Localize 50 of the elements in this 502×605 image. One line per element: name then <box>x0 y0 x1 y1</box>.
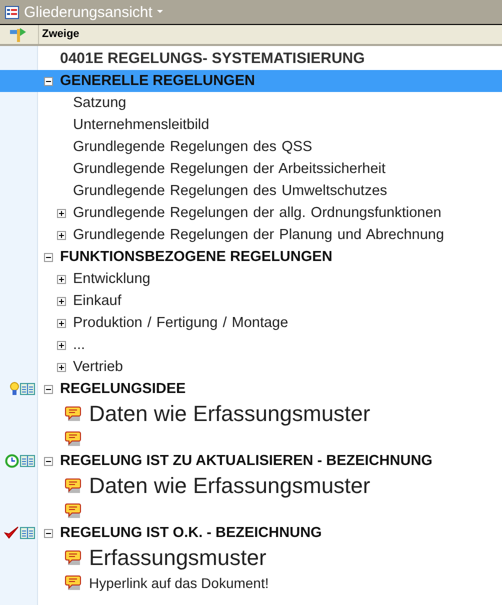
tree-item[interactable]: Grundlegende Regelungen der Planung und Abrechnung <box>73 227 444 243</box>
toggle-icon[interactable] <box>57 208 66 218</box>
toggle-icon[interactable] <box>57 296 66 306</box>
toggle-icon[interactable] <box>57 230 66 240</box>
tree-node[interactable]: FUNKTIONSBEZOGENE REGELUNGEN <box>0 246 502 268</box>
toggle-icon[interactable] <box>44 384 53 394</box>
book-icon <box>20 383 35 395</box>
book-icon <box>20 527 35 539</box>
note-icon[interactable] <box>65 503 81 519</box>
tree-item[interactable]: ... <box>73 337 86 353</box>
tree-item[interactable]: Grundlegende Regelungen des QSS <box>73 139 312 155</box>
toggle-icon[interactable] <box>57 274 66 284</box>
tree-item[interactable]: Grundlegende Regelungen des Umweltschutzes <box>73 183 388 199</box>
tree-item[interactable]: Satzung <box>73 95 126 111</box>
column-header[interactable]: Zweige <box>39 25 80 44</box>
note-text: Daten wie Erfassungsmuster <box>89 401 370 427</box>
tree-node[interactable]: GENERELLE REGELUNGEN <box>0 70 502 92</box>
tree-item[interactable]: Grundlegende Regelungen der Arbeitssicherheit <box>73 161 386 177</box>
tree-node[interactable]: REGELUNG IST O.K. - BEZEICHNUNG <box>0 522 502 544</box>
toggle-icon[interactable] <box>57 318 66 328</box>
clock-icon <box>5 454 19 468</box>
toggle-icon[interactable] <box>44 528 53 538</box>
toggle-icon[interactable] <box>44 76 53 86</box>
tree-item[interactable]: Produktion / Fertigung / Montage <box>73 315 288 331</box>
note-icon[interactable] <box>65 575 81 591</box>
note-icon[interactable] <box>65 478 81 494</box>
checkmark-icon <box>4 526 19 540</box>
note-text: Erfassungsmuster <box>89 545 266 571</box>
note-icon[interactable] <box>65 550 81 566</box>
toggle-icon[interactable] <box>44 252 53 262</box>
lightbulb-icon <box>10 382 19 396</box>
outline-icon <box>5 6 19 18</box>
note-icon[interactable] <box>65 406 81 422</box>
note-text: Hyperlink auf das Dokument! <box>89 575 269 591</box>
tree-item[interactable]: Entwicklung <box>73 271 150 287</box>
caret-icon <box>157 10 164 14</box>
tree-item[interactable]: Vertrieb <box>73 359 123 375</box>
toggle-icon[interactable] <box>44 456 53 466</box>
tree-item[interactable]: Einkauf <box>73 293 122 309</box>
toggle-icon[interactable] <box>57 362 66 372</box>
book-icon <box>20 455 35 467</box>
tree-node[interactable]: REGELUNGSIDEE <box>0 378 502 400</box>
root-node[interactable]: 0401E REGELUNGS- SYSTEMATISIERUNG <box>60 50 365 66</box>
note-text: Daten wie Erfassungsmuster <box>89 473 370 499</box>
tree-node[interactable]: REGELUNG IST ZU AKTUALISIEREN - BEZEICHNUNG <box>0 450 502 472</box>
tree-item[interactable]: Grundlegende Regelungen der allg. Ordnungsfunktionen <box>73 205 442 221</box>
note-icon[interactable] <box>65 431 81 447</box>
branch-icon[interactable] <box>10 26 28 44</box>
toggle-icon[interactable] <box>57 340 66 350</box>
tree-item[interactable]: Unternehmensleitbild <box>73 117 210 133</box>
